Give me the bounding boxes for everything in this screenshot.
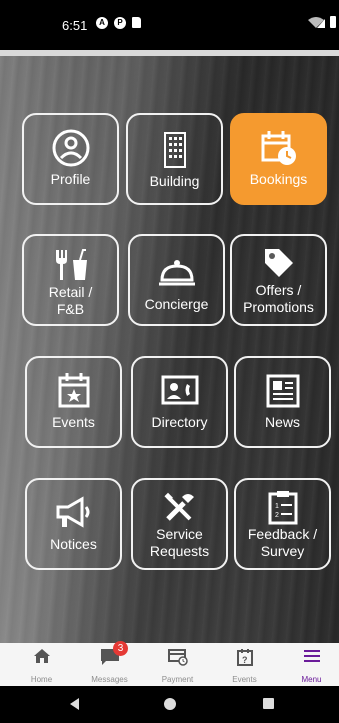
nav-label: Payment: [161, 675, 194, 684]
nav-home[interactable]: Home: [8, 643, 75, 686]
svg-text:?: ?: [242, 655, 248, 665]
tile-retail-fb[interactable]: Retail / F&B: [22, 234, 119, 326]
tile-label-line1: Feedback /: [247, 526, 318, 542]
tile-label: Concierge: [144, 296, 209, 312]
tile-label-line1: Offers /: [255, 282, 302, 298]
calendar-clock-icon: [259, 129, 299, 167]
payment-icon: [167, 649, 188, 666]
tile-label: Service Requests: [150, 526, 209, 560]
tile-label: Building: [149, 173, 200, 189]
nav-menu[interactable]: Menu: [278, 643, 339, 686]
tile-label-line1: Service: [156, 526, 203, 542]
tile-feedback-survey[interactable]: 12 Feedback / Survey: [234, 478, 331, 570]
nav-events[interactable]: ? Events: [211, 643, 278, 686]
tile-profile[interactable]: Profile: [22, 113, 119, 205]
nav-payment[interactable]: Payment: [144, 643, 211, 686]
menu-icon: [303, 650, 320, 662]
nav-messages[interactable]: 3 Messages: [76, 641, 143, 686]
nav-label: Menu: [301, 675, 322, 684]
calendar-star-icon: [56, 372, 92, 410]
tile-label-line1: Retail /: [48, 284, 93, 300]
battery-icon: [330, 16, 336, 28]
tile-label: Offers / Promotions: [243, 282, 314, 316]
tag-icon: [261, 244, 297, 282]
fork-cup-icon: [51, 246, 91, 284]
bottom-nav: Home 3 Messages Payment ? Events Menu: [0, 641, 339, 686]
tile-label: Bookings: [249, 171, 308, 187]
menu-grid: Profile Building Bookings Retail / F&B C…: [0, 50, 339, 643]
tile-building[interactable]: Building: [126, 113, 223, 205]
header-edge: [0, 50, 339, 56]
cloche-icon: [157, 254, 197, 292]
tile-label: Directory: [151, 414, 208, 430]
building-icon: [159, 131, 191, 169]
nav-label: Messages: [91, 675, 128, 684]
tile-label-line2: Survey: [260, 543, 305, 559]
megaphone-icon: [54, 494, 94, 532]
tile-label: Notices: [50, 536, 97, 552]
tile-notices[interactable]: Notices: [25, 478, 122, 570]
user-circle-icon: [51, 129, 91, 167]
tile-events[interactable]: Events: [25, 356, 122, 448]
svg-text:2: 2: [275, 512, 279, 519]
home-icon: [33, 649, 50, 663]
tile-concierge[interactable]: Concierge: [128, 234, 225, 326]
tile-service-requests[interactable]: Service Requests: [131, 478, 228, 570]
tile-label-line2: Promotions: [243, 299, 314, 315]
notification-p-icon: P: [114, 17, 126, 29]
tile-label: Feedback / Survey: [248, 526, 317, 560]
tile-label-line2: F&B: [56, 301, 85, 317]
tile-label: Events: [52, 414, 95, 430]
tile-label: News: [264, 414, 300, 430]
unread-badge: 3: [113, 641, 128, 656]
tools-icon: [162, 488, 198, 526]
nav-label: Home: [30, 675, 53, 684]
status-time: 6:51: [62, 18, 88, 33]
system-nav-bar: [0, 686, 339, 723]
signal-icon: [308, 17, 325, 28]
notification-a-icon: A: [96, 17, 108, 29]
home-circle-icon[interactable]: [164, 698, 176, 710]
contact-card-icon: [160, 372, 200, 410]
newspaper-icon: [265, 372, 301, 410]
recent-apps-icon[interactable]: [263, 698, 274, 709]
nav-label: Events: [232, 675, 257, 684]
sd-card-icon: [132, 17, 141, 28]
tile-news[interactable]: News: [234, 356, 331, 448]
tile-label: Profile: [50, 171, 91, 187]
clipboard-list-icon: 12: [267, 488, 299, 526]
tile-label-line2: Requests: [149, 543, 210, 559]
tile-offers[interactable]: Offers / Promotions: [230, 234, 327, 326]
tile-bookings[interactable]: Bookings: [230, 113, 327, 205]
status-bar: 6:51 A P: [0, 0, 339, 50]
svg-text:1: 1: [275, 503, 279, 510]
tile-directory[interactable]: Directory: [131, 356, 228, 448]
question-calendar-icon: ?: [236, 649, 253, 666]
back-icon[interactable]: [70, 698, 79, 710]
tile-label: Retail / F&B: [49, 284, 93, 318]
